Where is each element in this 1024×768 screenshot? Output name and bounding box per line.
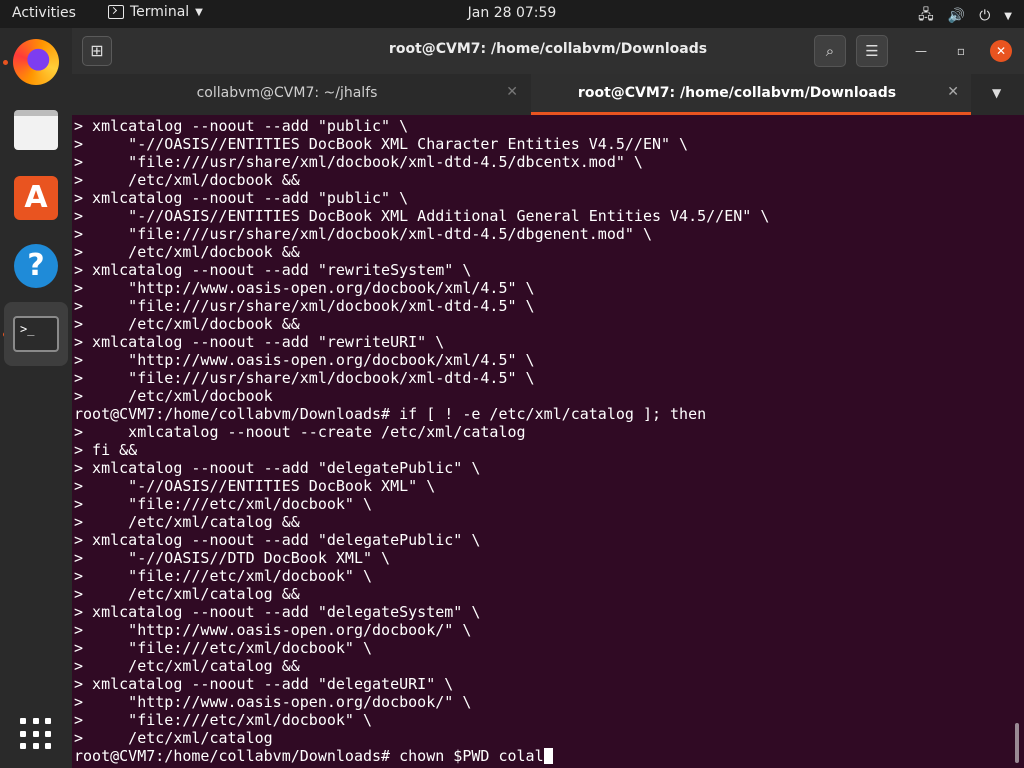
tab-jhalfs[interactable]: collabvm@CVM7: ~/jhalfs ✕: [72, 74, 530, 115]
software-store-launcher[interactable]: A: [4, 166, 68, 230]
search-icon: ⌕: [825, 42, 835, 60]
tab-bar: collabvm@CVM7: ~/jhalfs ✕ root@CVM7: /ho…: [72, 74, 1024, 115]
terminal-line: > "http://www.oasis-open.org/docbook/" \: [74, 621, 472, 639]
terminal-line: > "file:///etc/xml/docbook" \: [74, 567, 373, 585]
terminal-output: > xmlcatalog --noout --add "public" \ > …: [74, 117, 769, 765]
text-cursor: [543, 748, 553, 764]
terminal-line: > "file:///etc/xml/docbook" \: [74, 495, 373, 513]
terminal-line: > "file:///usr/share/xml/docbook/xml-dtd…: [74, 153, 643, 171]
files-launcher[interactable]: [4, 98, 68, 162]
terminal-line: > xmlcatalog --noout --add "delegateURI"…: [74, 675, 454, 693]
network-icon: 🖧: [918, 7, 934, 23]
close-tab-icon[interactable]: ✕: [506, 84, 518, 100]
terminal-line: > /etc/xml/docbook &&: [74, 243, 300, 261]
terminal-line: > xmlcatalog --noout --add "rewriteSyste…: [74, 261, 472, 279]
terminal-line: > xmlcatalog --noout --create /etc/xml/c…: [74, 423, 526, 441]
terminal-line: > /etc/xml/docbook: [74, 387, 273, 405]
minimize-button[interactable]: —: [910, 40, 932, 62]
terminal-line: > xmlcatalog --noout --add "delegatePubl…: [74, 459, 481, 477]
files-icon: [14, 110, 58, 150]
system-tray[interactable]: 🖧 🔊 ⏻ ▼: [918, 4, 1012, 28]
firefox-launcher[interactable]: [4, 30, 68, 94]
terminal-line: > fi &&: [74, 441, 138, 459]
tab-label: collabvm@CVM7: ~/jhalfs: [196, 85, 378, 101]
terminal-line: > "-//OASIS//DTD DocBook XML" \: [74, 549, 391, 567]
terminal-line: > /etc/xml/catalog &&: [74, 513, 300, 531]
top-bar: Activities Terminal ▼ Jan 28 07:59 🖧 🔊 ⏻…: [0, 0, 1024, 28]
terminal-line: > xmlcatalog --noout --add "delegatePubl…: [74, 531, 481, 549]
terminal-line: > "-//OASIS//ENTITIES DocBook XML" \: [74, 477, 436, 495]
tab-label: root@CVM7: /home/collabvm/Downloads: [577, 85, 897, 101]
app-menu-label: Terminal: [130, 4, 190, 20]
terminal-line: root@CVM7:/home/collabvm/Downloads# if […: [74, 405, 707, 423]
activities-button[interactable]: Activities: [12, 5, 76, 21]
terminal-line: > "file:///etc/xml/docbook" \: [74, 639, 373, 657]
help-launcher[interactable]: ?: [4, 234, 68, 298]
firefox-icon: [13, 39, 59, 85]
close-tab-icon[interactable]: ✕: [947, 84, 959, 100]
terminal-line: > /etc/xml/docbook &&: [74, 315, 300, 333]
terminal-line: > "file:///usr/share/xml/docbook/xml-dtd…: [74, 369, 535, 387]
scrollbar[interactable]: [1015, 723, 1019, 763]
terminal-line: > /etc/xml/catalog: [74, 729, 273, 747]
terminal-line: > /etc/xml/catalog &&: [74, 657, 300, 675]
window-header: ⊞ root@CVM7: /home/collabvm/Downloads ⌕ …: [72, 28, 1024, 74]
menu-button[interactable]: ☰: [856, 35, 888, 67]
clock[interactable]: Jan 28 07:59: [468, 5, 557, 21]
software-store-icon: A: [14, 176, 58, 220]
power-icon: ⏻: [979, 8, 991, 24]
terminal-line: > "file:///usr/share/xml/docbook/xml-dtd…: [74, 297, 535, 315]
terminal-line: > "http://www.oasis-open.org/docbook/" \: [74, 693, 472, 711]
terminal-icon: [108, 5, 124, 19]
terminal-line: > "-//OASIS//ENTITIES DocBook XML Charac…: [74, 135, 689, 153]
terminal-line: > xmlcatalog --noout --add "delegateSyst…: [74, 603, 481, 621]
terminal-line: > /etc/xml/docbook &&: [74, 171, 300, 189]
terminal-launcher[interactable]: >_: [4, 302, 68, 366]
search-button[interactable]: ⌕: [814, 35, 846, 67]
close-button[interactable]: ✕: [990, 40, 1012, 62]
maximize-button[interactable]: ▫: [950, 40, 972, 62]
dock: A ? >_: [0, 28, 72, 768]
terminal-line: > "file:///usr/share/xml/docbook/xml-dtd…: [74, 225, 652, 243]
tab-downloads[interactable]: root@CVM7: /home/collabvm/Downloads ✕: [531, 74, 971, 115]
terminal-line: > xmlcatalog --noout --add "rewriteURI" …: [74, 333, 445, 351]
terminal-line: > "file:///etc/xml/docbook" \: [74, 711, 373, 729]
terminal-icon: >_: [13, 316, 59, 352]
terminal-line: > "-//OASIS//ENTITIES DocBook XML Additi…: [74, 207, 770, 225]
volume-icon: 🔊: [947, 8, 966, 24]
help-icon: ?: [14, 244, 58, 288]
terminal-line: > "http://www.oasis-open.org/docbook/xml…: [74, 351, 535, 369]
caret-down-icon: ▼: [195, 6, 203, 18]
terminal-line: > xmlcatalog --noout --add "public" \: [74, 117, 409, 135]
terminal-area[interactable]: > xmlcatalog --noout --add "public" \ > …: [72, 115, 1024, 768]
terminal-line: > "http://www.oasis-open.org/docbook/xml…: [74, 279, 535, 297]
tabs-dropdown-icon[interactable]: ▼: [992, 86, 1001, 100]
show-applications-icon[interactable]: [20, 718, 52, 750]
terminal-line: > /etc/xml/catalog &&: [74, 585, 300, 603]
app-menu[interactable]: Terminal ▼: [108, 4, 203, 20]
caret-down-icon: ▼: [1004, 10, 1012, 22]
terminal-line: > xmlcatalog --noout --add "public" \: [74, 189, 409, 207]
prompt-line: root@CVM7:/home/collabvm/Downloads# chow…: [74, 747, 544, 765]
hamburger-icon: ☰: [865, 42, 879, 60]
